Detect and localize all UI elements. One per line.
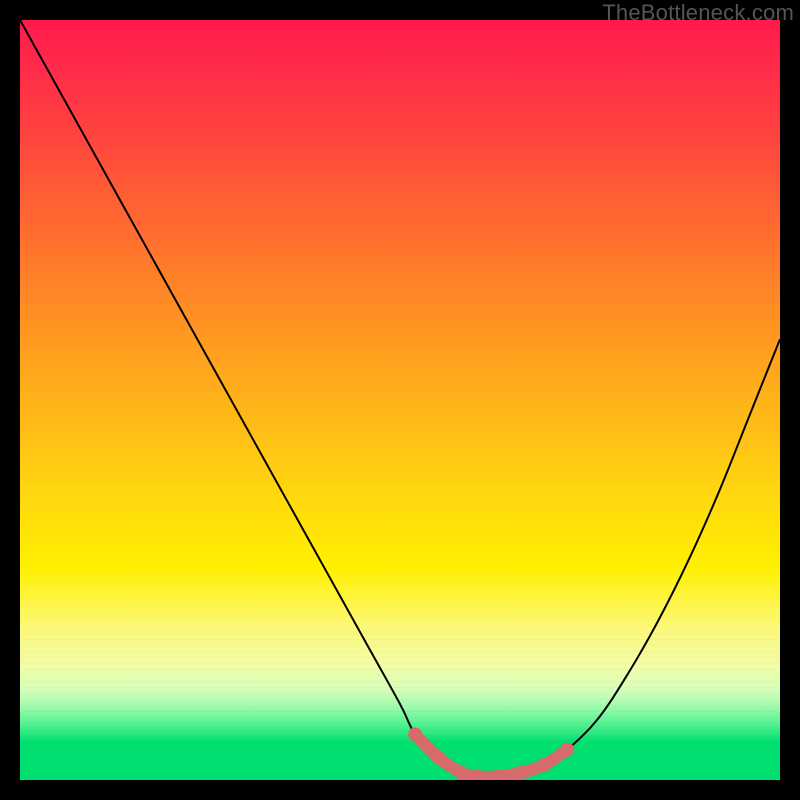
trough-marker-dot: [492, 769, 506, 780]
chart-plot-area: [20, 20, 780, 780]
chart-svg-layer: [20, 20, 780, 780]
trough-marker-dot: [469, 769, 483, 780]
trough-marker-path: [415, 734, 567, 776]
gradient-banding: [20, 628, 780, 780]
trough-marker-dot: [408, 727, 422, 741]
trough-marker-dot: [431, 750, 445, 764]
chart-frame: TheBottleneck.com: [0, 0, 800, 800]
trough-marker-dot: [454, 765, 468, 779]
trough-marker-dot: [515, 765, 529, 779]
trough-marker-dot: [560, 743, 574, 757]
trough-marker-dot: [537, 758, 551, 772]
curve-line: [20, 20, 780, 777]
trough-marker-dots: [408, 727, 574, 780]
